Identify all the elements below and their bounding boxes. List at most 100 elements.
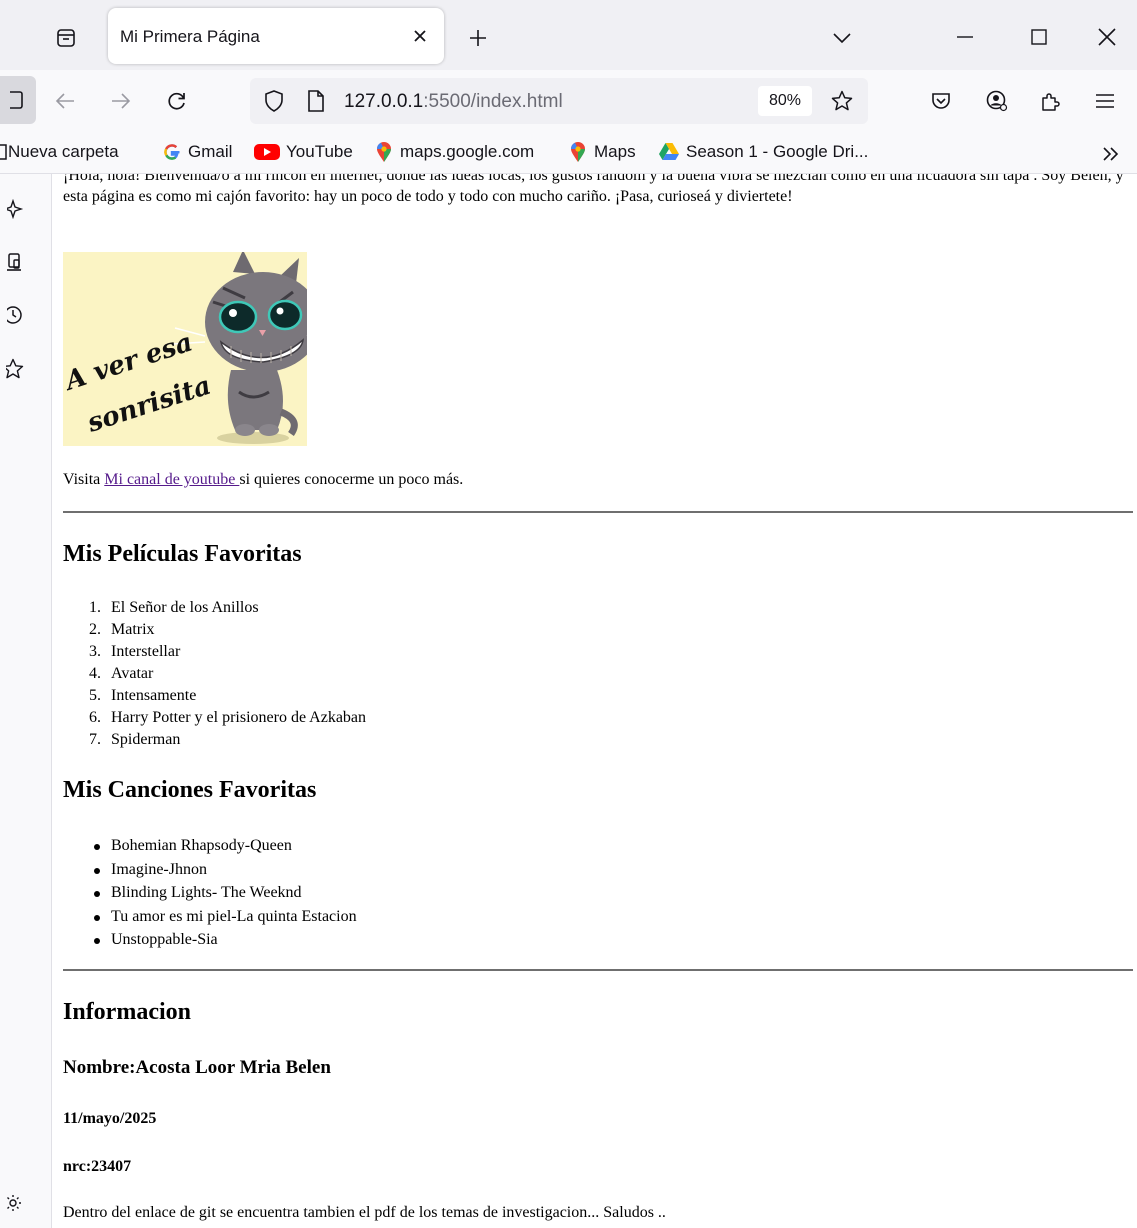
tab-list-button[interactable]	[48, 22, 84, 54]
account-icon	[986, 90, 1008, 112]
reload-icon	[168, 92, 185, 110]
divider	[63, 969, 1133, 971]
list-item: 3. Interstellar	[89, 643, 181, 660]
bookmark-label: Gmail	[188, 142, 233, 161]
bookmark-google-drive[interactable]: Season 1 - Google Dri...	[658, 142, 868, 162]
sidebar-settings-button[interactable]	[4, 1190, 30, 1216]
web-page-content: ¡Hola, hola! Bienvenida/o a mi rincón en…	[53, 174, 1137, 1228]
forward-button[interactable]	[104, 84, 138, 118]
date-line: 11/mayo/2025	[63, 1110, 157, 1127]
plus-icon	[470, 30, 486, 46]
sidebar-icon	[10, 91, 23, 109]
maps-pin-icon	[374, 142, 394, 162]
songs-heading: Mis Canciones Favoritas	[63, 777, 317, 803]
extensions-icon	[1042, 93, 1060, 111]
reload-button[interactable]	[160, 84, 194, 118]
shield-icon[interactable]	[262, 89, 286, 113]
tab-close-button[interactable]	[406, 22, 434, 50]
active-tab[interactable]: Mi Primera Página	[108, 8, 444, 64]
sidebar-toggle-button[interactable]	[0, 76, 36, 124]
browser-sidebar	[0, 174, 52, 1228]
info-heading: Informacion	[63, 999, 191, 1025]
page-icon[interactable]	[304, 89, 328, 113]
list-item: Tu amor es mi piel-La quinta Estacion	[94, 905, 357, 929]
tab-list-icon	[57, 29, 75, 47]
ai-chatbot-button[interactable]	[4, 196, 30, 222]
account-button[interactable]	[980, 84, 1014, 118]
bookmark-maps-google-com[interactable]: maps.google.com	[374, 142, 534, 162]
pocket-icon	[932, 93, 950, 109]
double-chevron-right-icon	[1103, 147, 1119, 161]
youtube-icon	[254, 142, 280, 162]
chevron-down-icon	[833, 33, 851, 44]
bookmark-label: Nueva carpeta	[8, 142, 119, 161]
list-item: 7. Spiderman	[89, 731, 181, 748]
songs-list: Bohemian Rhapsody-Queen Imagine-Jhnon Bl…	[94, 834, 357, 952]
bookmarks-sidebar-button[interactable]	[4, 356, 30, 382]
zoom-badge[interactable]: 80%	[758, 86, 812, 116]
list-item: Bohemian Rhapsody-Queen	[94, 834, 357, 858]
close-icon	[414, 30, 426, 42]
maps-pin-icon	[568, 142, 588, 162]
url-path: :5500/index.html	[423, 91, 563, 112]
bookmarks-overflow-button[interactable]	[1097, 140, 1125, 168]
movies-list: 1. El Señor de los Anillos 2. Matrix 3. Int…	[89, 597, 367, 751]
sparkle-icon	[7, 199, 24, 219]
hamburger-menu-icon	[1096, 94, 1114, 108]
google-icon	[162, 142, 182, 162]
intro-paragraph: ¡Hola, hola! Bienvenida/o a mi rincón en…	[63, 174, 1124, 205]
devices-icon	[7, 253, 21, 271]
bookmark-label: maps.google.com	[400, 142, 535, 161]
bookmark-youtube[interactable]: YouTube	[254, 142, 353, 162]
new-tab-button[interactable]	[462, 22, 494, 54]
name-line: Nombre:Acosta Loor Mria Belen	[63, 1057, 331, 1078]
list-item: 6. Harry Potter y el prisionero de Azkaba…	[89, 709, 367, 726]
youtube-visit-line: Visita Mi canal de youtube si quieres co…	[63, 471, 463, 489]
closing-paragraph: Dentro del enlace de git se encuentra ta…	[63, 1204, 666, 1221]
bookmark-label: Maps	[594, 142, 636, 161]
bookmarks-toolbar: Nueva carpeta Gmail YouTube maps.google.…	[0, 132, 1137, 174]
minimize-button[interactable]	[942, 16, 988, 58]
youtube-channel-link[interactable]: Mi canal de youtube	[104, 471, 239, 488]
nrc-line: nrc:23407	[63, 1158, 132, 1175]
navigation-toolbar: 127.0.0.1:5500/index.html 80%	[0, 70, 1137, 132]
back-button[interactable]	[48, 84, 82, 118]
list-item: Imagine-Jhnon	[94, 858, 357, 882]
close-icon	[1098, 28, 1116, 46]
bookmark-nueva-carpeta[interactable]: Nueva carpeta	[0, 142, 119, 162]
list-item: 2. Matrix	[89, 621, 155, 638]
list-item: 4. Avatar	[89, 665, 154, 682]
visit-prefix: Visita	[63, 471, 105, 488]
list-item: 1. El Señor de los Anillos	[89, 599, 259, 616]
bookmark-label: Season 1 - Google Dri...	[686, 142, 869, 161]
bookmark-label: YouTube	[286, 142, 353, 161]
cat-smile-image: A ver esa sonrisita	[63, 252, 307, 446]
extensions-button[interactable]	[1034, 84, 1068, 118]
maximize-icon	[1031, 29, 1047, 45]
star-icon	[6, 358, 24, 379]
bookmark-star-icon[interactable]	[830, 89, 854, 113]
history-button[interactable]	[4, 302, 30, 328]
visit-suffix: si quieres conocerme un poco más.	[239, 471, 464, 488]
gear-icon	[7, 1195, 21, 1211]
minimize-icon	[957, 36, 973, 38]
synced-tabs-button[interactable]	[4, 250, 30, 276]
movies-heading: Mis Películas Favoritas	[63, 541, 302, 567]
google-drive-icon	[658, 142, 680, 162]
pocket-button[interactable]	[924, 84, 958, 118]
tab-title: Mi Primera Página	[120, 27, 260, 46]
list-item: Unstoppable-Sia	[94, 928, 357, 952]
url-host: 127.0.0.1	[344, 91, 424, 112]
list-item: Blinding Lights- The Weeknd	[94, 881, 357, 905]
bookmark-gmail[interactable]: Gmail	[162, 142, 232, 162]
arrow-right-icon	[112, 93, 131, 109]
bookmark-maps[interactable]: Maps	[568, 142, 636, 162]
tab-strip: Mi Primera Página	[0, 0, 1137, 70]
window-close-button[interactable]	[1084, 16, 1130, 58]
arrow-left-icon	[55, 93, 74, 109]
url-text[interactable]: 127.0.0.1:5500/index.html	[344, 91, 563, 113]
url-bar[interactable]: 127.0.0.1:5500/index.html 80%	[250, 78, 868, 124]
menu-button[interactable]	[1088, 84, 1122, 118]
list-all-tabs-button[interactable]	[826, 22, 858, 54]
maximize-button[interactable]	[1016, 16, 1062, 58]
